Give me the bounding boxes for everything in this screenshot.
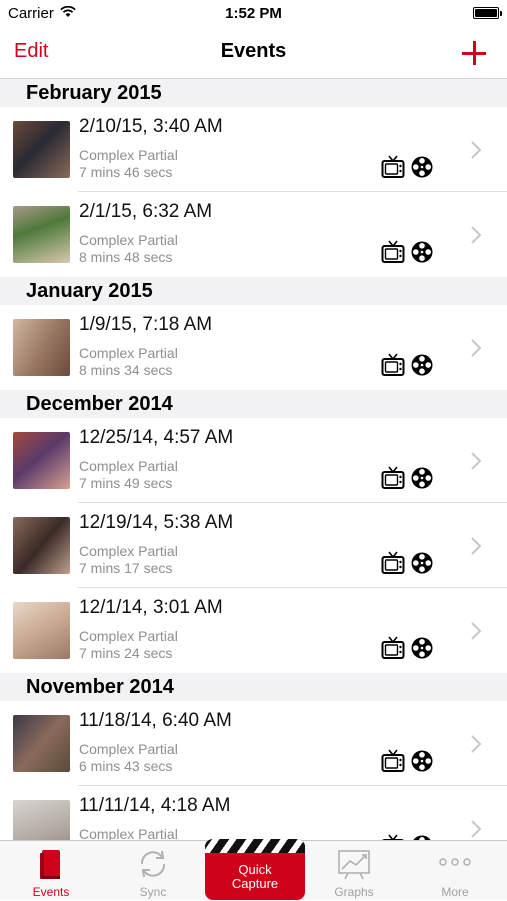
- sync-icon: [140, 850, 166, 878]
- event-thumbnail: [13, 517, 70, 574]
- page-title: Events: [220, 40, 287, 62]
- events-list[interactable]: February 2015 2/10/15, 3:40 AM Complex Par…: [0, 79, 507, 840]
- more-icon: [439, 858, 471, 866]
- event-thumbnail: [13, 432, 70, 489]
- section-header: December 2014: [0, 390, 507, 418]
- chevron-right-icon: [470, 621, 482, 641]
- chevron-right-icon: [470, 819, 482, 839]
- tab-sync-label: Sync: [139, 885, 167, 899]
- event-row[interactable]: 11/18/14, 6:40 AM Complex Partial 6 mins 4…: [0, 701, 507, 786]
- event-date: 11/11/14, 4:18 AM: [79, 795, 231, 816]
- event-seizure-type: Complex Partial: [79, 628, 178, 644]
- film-reel-icon: [410, 353, 434, 377]
- event-seizure-type: Complex Partial: [79, 458, 178, 474]
- tv-icon: [381, 749, 405, 773]
- event-date: 2/10/15, 3:40 AM: [79, 116, 223, 137]
- film-reel-icon: [410, 155, 434, 179]
- status-time: 1:52 PM: [225, 5, 282, 22]
- tab-bar: Events Sync Quick Capture Graphs More: [0, 839, 507, 901]
- clapperboard-icon: [205, 839, 305, 853]
- chevron-right-icon: [470, 338, 482, 358]
- chevron-right-icon: [470, 225, 482, 245]
- tv-icon: [381, 155, 405, 179]
- quick-capture-label-line2: Capture: [231, 876, 279, 891]
- event-seizure-type: Complex Partial: [79, 543, 178, 559]
- battery-icon: [473, 7, 502, 19]
- graph-icon: [338, 850, 370, 880]
- chevron-right-icon: [470, 536, 482, 556]
- tab-events[interactable]: Events: [11, 841, 91, 901]
- event-duration: 7 mins 17 secs: [79, 560, 173, 576]
- event-seizure-type: Complex Partial: [79, 741, 178, 757]
- book-icon: [40, 850, 60, 879]
- event-date: 12/19/14, 5:38 AM: [79, 512, 234, 533]
- event-row[interactable]: 12/25/14, 4:57 AM Complex Partial 7 mins 4…: [0, 418, 507, 503]
- chevron-right-icon: [470, 451, 482, 471]
- film-reel-icon: [410, 466, 434, 490]
- add-event-button[interactable]: [461, 40, 487, 66]
- event-row[interactable]: 1/9/15, 7:18 AM Complex Partial 8 mins 34 …: [0, 305, 507, 390]
- section-header: November 2014: [0, 673, 507, 701]
- film-reel-icon: [410, 551, 434, 575]
- tab-more-label: More: [441, 885, 469, 899]
- event-thumbnail: [13, 319, 70, 376]
- tab-sync[interactable]: Sync: [113, 841, 193, 901]
- film-reel-icon: [410, 240, 434, 264]
- event-duration: 6 mins 43 secs: [79, 758, 173, 774]
- tab-graphs-label: Graphs: [334, 885, 374, 899]
- event-thumbnail: [13, 800, 70, 840]
- event-thumbnail: [13, 602, 70, 659]
- event-seizure-type: Complex Partial: [79, 232, 178, 248]
- navigation-bar: Edit Events: [0, 28, 507, 79]
- section-header: February 2015: [0, 79, 507, 107]
- event-duration: 7 mins 49 secs: [79, 475, 173, 491]
- event-row[interactable]: 2/10/15, 3:40 AM Complex Partial 7 mins 46…: [0, 107, 507, 192]
- chevron-right-icon: [470, 734, 482, 754]
- event-thumbnail: [13, 715, 70, 772]
- event-thumbnail: [13, 206, 70, 263]
- quick-capture-button[interactable]: Quick Capture: [205, 839, 305, 900]
- tv-icon: [381, 240, 405, 264]
- quick-capture-label-line1: Quick: [238, 862, 272, 877]
- tab-events-label: Events: [32, 885, 70, 899]
- event-thumbnail: [13, 121, 70, 178]
- event-date: 1/9/15, 7:18 AM: [79, 314, 213, 335]
- event-date: 2/1/15, 6:32 AM: [79, 201, 213, 222]
- tv-icon: [381, 551, 405, 575]
- tv-icon: [381, 636, 405, 660]
- event-seizure-type: Complex Partial: [79, 147, 178, 163]
- event-seizure-type: Complex Partial: [79, 345, 178, 361]
- film-reel-icon: [410, 636, 434, 660]
- event-seizure-type: Complex Partial: [79, 826, 178, 840]
- event-row[interactable]: 12/1/14, 3:01 AM Complex Partial 7 mins 24…: [0, 588, 507, 673]
- film-reel-icon: [410, 749, 434, 773]
- event-date: 12/1/14, 3:01 AM: [79, 597, 223, 618]
- event-duration: 8 mins 34 secs: [79, 362, 173, 378]
- tv-icon: [381, 353, 405, 377]
- status-bar: Carrier 1:52 PM: [0, 0, 507, 28]
- section-header: January 2015: [0, 277, 507, 305]
- event-row[interactable]: 2/1/15, 6:32 AM Complex Partial 8 mins 48 …: [0, 192, 507, 277]
- tv-icon: [381, 466, 405, 490]
- tab-graphs[interactable]: Graphs: [314, 841, 394, 901]
- event-row[interactable]: 12/19/14, 5:38 AM Complex Partial 7 mins 1…: [0, 503, 507, 588]
- chevron-right-icon: [470, 140, 482, 160]
- event-row[interactable]: 11/11/14, 4:18 AM Complex Partial: [0, 786, 507, 840]
- event-duration: 8 mins 48 secs: [79, 249, 173, 265]
- tab-more[interactable]: More: [415, 841, 495, 901]
- event-duration: 7 mins 24 secs: [79, 645, 173, 661]
- event-duration: 7 mins 46 secs: [79, 164, 173, 180]
- event-date: 12/25/14, 4:57 AM: [79, 427, 234, 448]
- event-date: 11/18/14, 6:40 AM: [79, 710, 232, 731]
